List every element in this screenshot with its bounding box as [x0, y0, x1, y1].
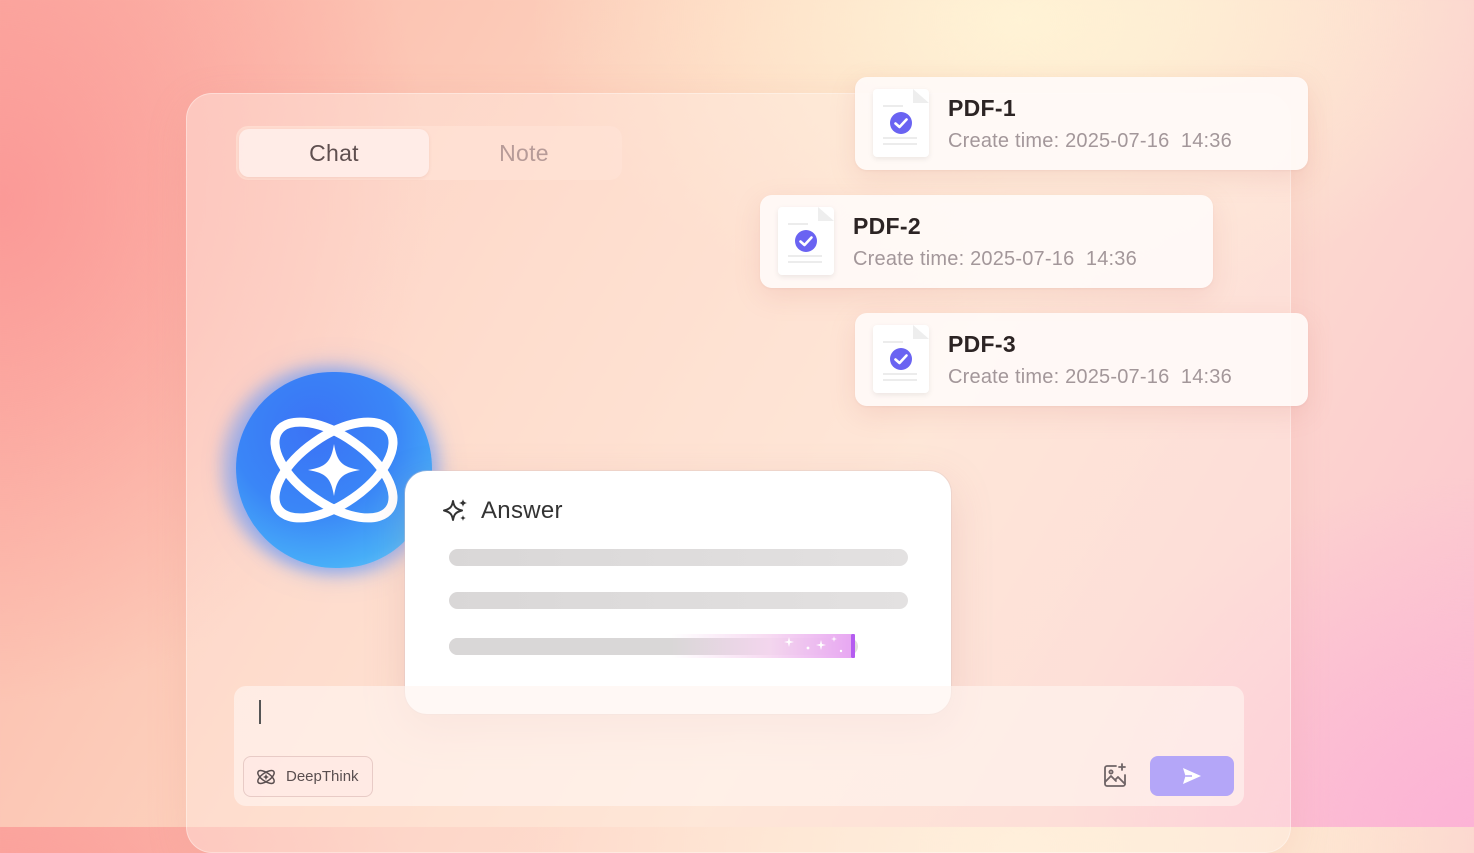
atom-icon — [257, 769, 275, 784]
answer-header: Answer — [443, 497, 563, 525]
message-input-box[interactable] — [234, 686, 1244, 806]
deepthink-button[interactable]: DeepThink — [243, 756, 373, 797]
answer-generation-progress — [449, 634, 858, 658]
tab-chat[interactable]: Chat — [239, 129, 429, 177]
atom-star-logo-icon — [236, 372, 432, 568]
answer-title: Answer — [481, 497, 563, 524]
send-button[interactable] — [1150, 756, 1234, 796]
sparkle-icon — [443, 499, 467, 521]
document-title: PDF-2 — [853, 213, 921, 239]
document-card-pdf-2[interactable]: PDF-2 Create time: 2025-07-16 14:36 — [760, 195, 1213, 288]
document-card-pdf-1[interactable]: PDF-1 Create time: 2025-07-16 14:36 — [855, 77, 1308, 170]
progress-shimmer — [671, 634, 851, 658]
answer-placeholder-line — [449, 592, 908, 609]
document-create-time: Create time: 2025-07-16 14:36 — [948, 130, 1232, 152]
answer-placeholder-line — [449, 549, 908, 566]
document-check-icon — [873, 325, 929, 393]
document-check-icon — [873, 89, 929, 157]
deepthink-label: DeepThink — [286, 768, 359, 785]
document-title: PDF-3 — [948, 331, 1016, 357]
image-upload-button[interactable] — [1101, 762, 1129, 790]
answer-card: Answer — [405, 471, 951, 714]
send-icon — [1183, 768, 1201, 784]
text-caret — [259, 700, 261, 724]
document-title: PDF-1 — [948, 95, 1016, 121]
tab-note[interactable]: Note — [429, 129, 619, 177]
tab-switcher: Chat Note — [236, 126, 622, 180]
progress-cursor — [851, 634, 855, 658]
document-card-pdf-3[interactable]: PDF-3 Create time: 2025-07-16 14:36 — [855, 313, 1308, 406]
document-check-icon — [778, 207, 834, 275]
document-create-time: Create time: 2025-07-16 14:36 — [948, 366, 1232, 388]
document-create-time: Create time: 2025-07-16 14:36 — [853, 248, 1137, 270]
image-plus-icon — [1104, 763, 1126, 787]
